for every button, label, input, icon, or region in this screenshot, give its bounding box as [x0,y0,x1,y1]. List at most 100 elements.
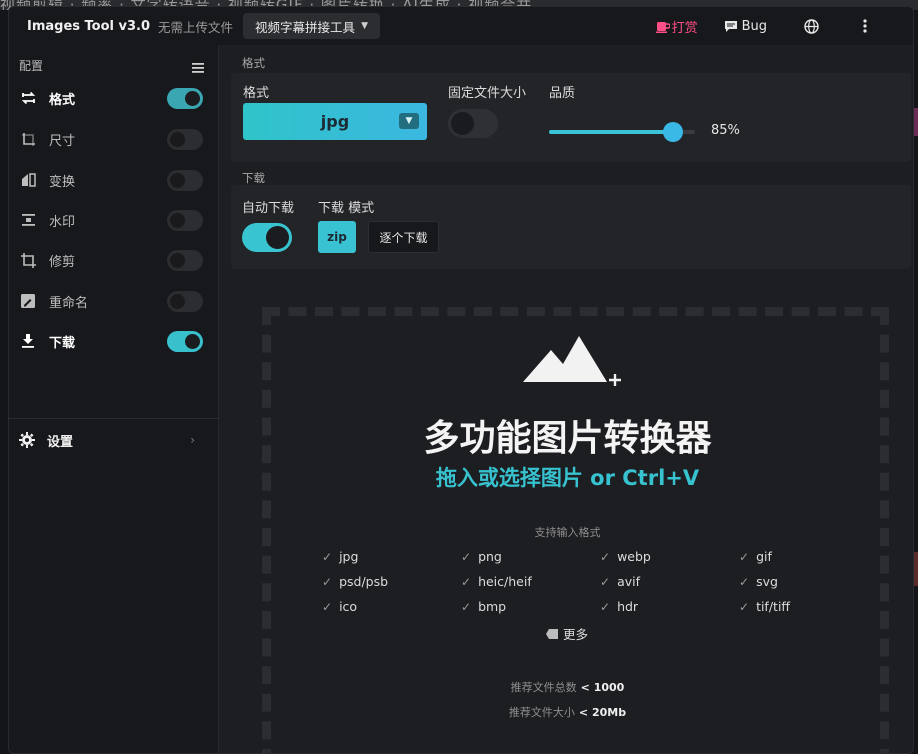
mountain-plus-icon [523,336,627,396]
swap-icon [19,89,37,107]
donate-label: 打赏 [671,20,698,36]
main-content: 格式 格式 jpg ▼ 固定文件大小 品质 85% 下载 自动下载 下载 模式 … [220,45,913,753]
top-bar: Images Tool v3.0 无需上传文件 视频字幕拼接工具 ▼ 打赏 Bu… [9,7,913,45]
sidebar-header: 配置 [19,59,44,73]
globe-icon [803,18,819,34]
sidebar-divider [9,418,219,419]
app-subtitle: 无需上传文件 [158,19,234,35]
format-list-item: ✓ psd/psb [322,574,388,589]
sidebar-item-label: 水印 [49,214,76,230]
sidebar-item-download[interactable]: 下载 [9,326,219,356]
auto-download-toggle[interactable] [242,223,292,252]
sidebar-item-label: 重命名 [49,295,89,311]
format-list-item-label: avif [617,574,640,589]
mode-zip-button[interactable]: zip [318,221,356,253]
config-sidebar: 配置 格式 尺寸 变换 水印 修剪 重命名 下载 设置 › [9,45,219,753]
toggle-knob [170,293,185,309]
format-list-item: ✓ webp [600,549,651,564]
quality-slider[interactable] [549,122,695,142]
sidebar-item-rename[interactable]: 重命名 [9,286,219,316]
toggle-knob [170,252,185,268]
recommended-size-label: 推荐文件大小 [508,706,575,719]
more-vertical-icon [863,19,867,33]
transform-icon [19,171,37,189]
download-toggle[interactable] [167,330,203,352]
format-list-item-label: gif [756,549,772,564]
watermark-icon [19,211,37,229]
fixed-size-toggle[interactable] [448,109,498,138]
quality-value: 85% [711,123,740,138]
dropzone-headline: 多功能图片转换器 [423,418,712,459]
watermark-toggle[interactable] [167,209,203,231]
sidebar-item-settings[interactable]: 设置 › [9,425,219,455]
toggle-knob [185,333,200,349]
format-list-item: ✓ heic/heif [461,574,532,589]
mode-single-label: 逐个下载 [379,230,428,245]
coffee-icon [655,20,670,33]
rename-toggle[interactable] [167,290,203,312]
format-list-item-label: psd/psb [339,574,389,589]
auto-download-label: 自动下载 [242,201,295,216]
format-list-item: ✓ jpg [322,549,358,564]
check-icon: ✓ [600,599,611,614]
format-select-value: jpg [320,112,350,131]
chevron-right-icon: › [190,433,195,447]
quality-slider-thumb[interactable] [663,122,684,142]
donate-button[interactable]: 打赏 [655,17,698,36]
quality-slider-fill [549,130,674,134]
more-formats-button[interactable]: 更多 [546,624,588,643]
language-button[interactable] [797,12,825,40]
check-icon: ✓ [461,574,472,589]
sidebar-item-size[interactable]: 尺寸 [9,124,219,154]
format-list-item: ✓ ico [322,599,357,614]
more-formats-label: 更多 [563,627,589,642]
check-icon: ✓ [600,574,611,589]
app-window: Images Tool v3.0 无需上传文件 视频字幕拼接工具 ▼ 打赏 Bu… [8,6,914,754]
recommended-count-value: < 1000 [580,681,625,694]
check-icon: ✓ [600,549,611,564]
format-list-item: ✓ gif [739,549,772,564]
more-menu-button[interactable] [851,12,879,40]
toggle-knob [185,90,200,106]
toggle-knob [266,226,289,249]
list-menu-icon[interactable] [192,58,204,77]
chevron-down-icon: ▼ [361,21,368,31]
bug-report-button[interactable]: Bug [724,19,767,34]
tool-selector-button[interactable]: 视频字幕拼接工具 ▼ [243,13,380,39]
format-list-item-label: ico [339,599,358,614]
comment-icon [724,20,738,33]
sidebar-item-watermark[interactable]: 水印 [9,205,219,235]
toggle-knob [170,172,185,188]
format-select[interactable]: jpg ▼ [243,103,427,140]
sidebar-item-crop[interactable]: 修剪 [9,245,219,275]
download-icon [19,332,37,350]
check-icon: ✓ [739,574,750,589]
check-icon: ✓ [322,549,333,564]
format-toggle[interactable] [167,87,203,109]
mode-zip-label: zip [327,230,347,244]
recommended-count-label: 推荐文件总数 [510,681,577,694]
mode-single-button[interactable]: 逐个下载 [368,221,439,253]
recommended-count: 推荐文件总数 < 1000 [220,679,913,695]
transform-toggle[interactable] [167,169,203,191]
format-list-item-label: hdr [617,599,639,614]
settings-label: 设置 [47,434,74,450]
supported-formats-header: 支持输入格式 [534,526,601,539]
quality-label: 品质 [549,86,576,101]
check-icon: ✓ [322,574,333,589]
crop-toggle[interactable] [167,249,203,271]
gear-icon [19,432,35,448]
rename-icon [19,292,37,310]
sidebar-item-label: 格式 [49,92,76,108]
chevron-down-icon: ▼ [399,113,419,129]
check-icon: ✓ [461,549,472,564]
bug-label: Bug [741,18,767,34]
sidebar-item-transform[interactable]: 变换 [9,165,219,195]
size-toggle[interactable] [167,128,203,150]
crop-icon [19,251,37,269]
download-section-title: 下载 [242,171,265,185]
check-icon: ✓ [739,599,750,614]
sidebar-item-format[interactable]: 格式 [9,83,219,113]
dropzone-subline: 拖入或选择图片 or Ctrl+V [435,466,700,490]
recommended-size: 推荐文件大小 < 20Mb [220,704,913,720]
